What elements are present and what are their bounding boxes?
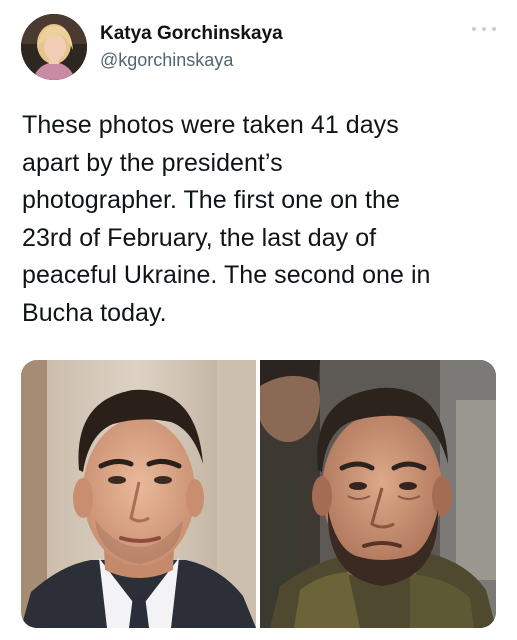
tweet-text-line: peaceful Ukraine. The second one in [22, 261, 431, 289]
tweet-text-line: These photos were taken 41 days [22, 111, 399, 139]
dot [492, 27, 496, 31]
author-handle[interactable]: @kgorchinskaya [100, 49, 233, 71]
tweet-card: Katya Gorchinskaya @kgorchinskaya These … [0, 0, 517, 640]
photo-after[interactable] [260, 360, 496, 628]
tweet-media[interactable] [21, 360, 496, 628]
photo-before[interactable] [21, 360, 256, 628]
tweet-text-line: photographer. The first one on the [22, 186, 400, 214]
tweet-text-line: apart by the president’s [22, 148, 283, 177]
tweet-text-line: 23rd of February, the last day of [22, 223, 377, 252]
tweet-text-line: Bucha today. [22, 298, 167, 327]
dot [482, 27, 486, 31]
tweet-text: These photos were taken 41 days apart by… [22, 107, 500, 332]
dot [472, 27, 476, 31]
avatar[interactable] [21, 14, 87, 80]
more-horizontal-icon[interactable] [472, 22, 496, 36]
author-name[interactable]: Katya Gorchinskaya [100, 23, 283, 45]
